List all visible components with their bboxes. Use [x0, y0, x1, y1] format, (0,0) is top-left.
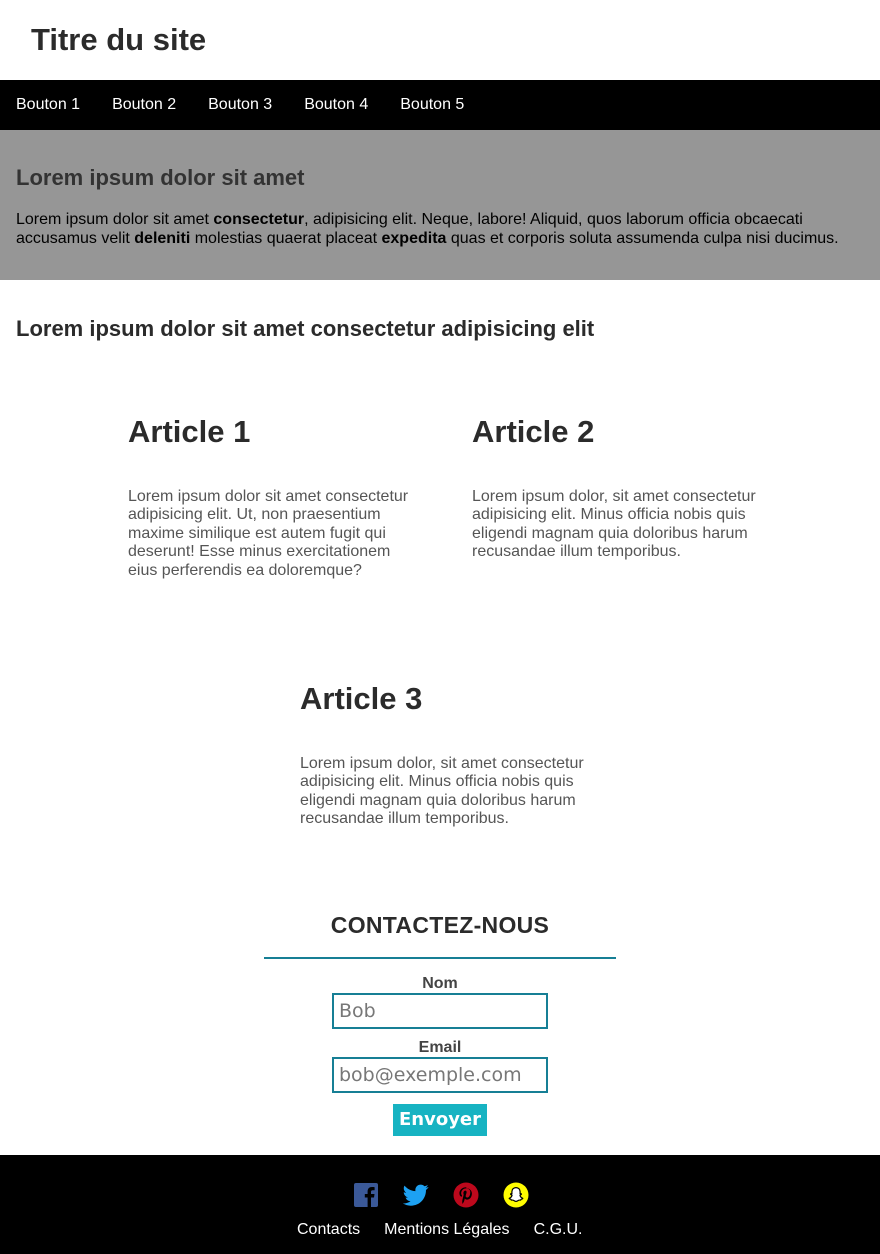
- email-input[interactable]: [332, 1057, 548, 1093]
- hero-text-bold: consectetur: [213, 211, 305, 228]
- nav-button-1[interactable]: Bouton 1: [16, 80, 80, 130]
- submit-button[interactable]: Envoyer: [392, 1104, 488, 1136]
- article-2: Article 2 Lorem ipsum dolor, sit amet co…: [472, 414, 757, 562]
- hero-text-bold: deleniti: [134, 229, 191, 247]
- facebook-icon[interactable]: [353, 1182, 379, 1208]
- site-title: Titre du site: [31, 21, 207, 57]
- section-title: Lorem ipsum dolor sit amet consectetur a…: [16, 316, 595, 341]
- article-title: Article 2: [472, 414, 595, 449]
- contact-form: CONTACTEZ-NOUS Nom Email Envoyer: [264, 912, 616, 1136]
- email-label: Email: [418, 1039, 462, 1056]
- snapchat-icon[interactable]: [503, 1182, 529, 1208]
- footer-link-mentions-legales[interactable]: Mentions Légales: [384, 1221, 509, 1239]
- footer-link-contacts[interactable]: Contacts: [297, 1221, 360, 1239]
- social-links: [353, 1182, 529, 1208]
- hero-text-part: Lorem ipsum dolor sit amet: [16, 211, 214, 228]
- article-3: Article 3 Lorem ipsum dolor, sit amet co…: [300, 681, 585, 829]
- name-input[interactable]: [332, 993, 548, 1029]
- article-text: Lorem ipsum dolor sit amet consectetur a…: [128, 488, 409, 579]
- site-footer: Contacts Mentions Légales C.G.U.: [0, 1155, 880, 1254]
- hero-text-part: molestias quaerat placeat: [190, 229, 382, 247]
- twitter-icon[interactable]: [402, 1182, 429, 1208]
- hero-banner: Lorem ipsum dolor sit amet Lorem ipsum d…: [0, 130, 880, 280]
- article-text: Lorem ipsum dolor, sit amet consectetur …: [300, 755, 584, 828]
- article-text: Lorem ipsum dolor, sit amet consectetur …: [472, 488, 756, 561]
- nav-button-2[interactable]: Bouton 2: [112, 80, 176, 130]
- main-nav: Bouton 1 Bouton 2 Bouton 3 Bouton 4 Bout…: [0, 80, 880, 130]
- nav-button-5[interactable]: Bouton 5: [400, 80, 464, 130]
- hero-title: Lorem ipsum dolor sit amet: [16, 165, 305, 190]
- contact-title: CONTACTEZ-NOUS: [264, 912, 616, 959]
- name-label: Nom: [422, 975, 458, 992]
- article-title: Article 3: [300, 681, 423, 716]
- hero-text-bold: expedita: [381, 229, 447, 247]
- nav-button-4[interactable]: Bouton 4: [304, 80, 368, 130]
- article-title: Article 1: [128, 414, 251, 449]
- pinterest-icon[interactable]: [453, 1182, 479, 1208]
- article-1: Article 1 Lorem ipsum dolor sit amet con…: [128, 414, 413, 580]
- footer-links: Contacts Mentions Légales C.G.U.: [297, 1221, 582, 1239]
- site-header: Titre du site: [0, 0, 880, 80]
- nav-button-3[interactable]: Bouton 3: [208, 80, 272, 130]
- hero-text-part: quas et corporis soluta assumenda culpa …: [446, 229, 839, 247]
- footer-link-cgu[interactable]: C.G.U.: [534, 1221, 583, 1239]
- hero-text: Lorem ipsum dolor sit amet consectetur, …: [16, 211, 864, 248]
